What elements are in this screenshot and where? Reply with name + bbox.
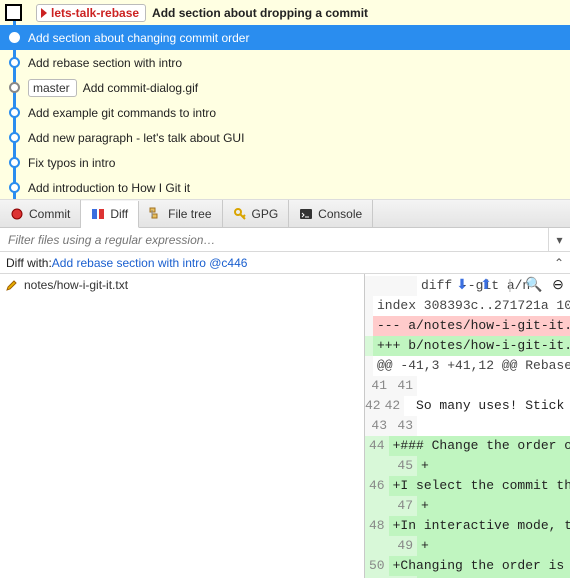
branch-tag-current[interactable]: lets-talk-rebase bbox=[36, 4, 146, 22]
diff-line: index 308393c..271721a 100 bbox=[365, 296, 570, 316]
commit-dot-icon bbox=[9, 82, 20, 93]
tab-label: Console bbox=[318, 207, 362, 221]
commit-message: Add section about changing commit order bbox=[28, 31, 249, 45]
commit-row[interactable]: lets-talk-rebase Add section about dropp… bbox=[0, 0, 570, 25]
tab-label: File tree bbox=[168, 207, 211, 221]
diff-line: +++ b/notes/how-i-git-it.t bbox=[365, 336, 570, 356]
branch-label: master bbox=[33, 81, 70, 95]
tab-commit[interactable]: Commit bbox=[0, 200, 81, 227]
diff-line: 4141 bbox=[365, 376, 570, 396]
tree-icon bbox=[149, 207, 163, 221]
commit-row[interactable]: master Add commit-dialog.gif bbox=[0, 75, 570, 100]
commit-row[interactable]: Fix typos in intro bbox=[0, 150, 570, 175]
commit-row[interactable]: Add section about changing commit order bbox=[0, 25, 570, 50]
diff-line: 49+ bbox=[365, 536, 570, 556]
diff-line: @@ -41,3 +41,12 @@ Rebase bbox=[365, 356, 570, 376]
tab-bar: Commit Diff File tree GPG Console bbox=[0, 200, 570, 228]
branch-arrow-icon bbox=[41, 8, 47, 18]
commit-message: Add rebase section with intro bbox=[28, 56, 182, 70]
console-icon bbox=[299, 207, 313, 221]
commit-message: Add new paragraph - let's talk about GUI bbox=[28, 131, 244, 145]
diff-body[interactable]: diff --git a/nindex 308393c..271721a 100… bbox=[365, 274, 570, 578]
chevron-up-icon[interactable]: ⌃ bbox=[554, 256, 564, 270]
zoom-in-icon[interactable]: 🔍 bbox=[526, 276, 542, 292]
commit-dot-icon bbox=[9, 157, 20, 168]
commit-message: Fix typos in intro bbox=[28, 156, 115, 170]
commit-message: Add section about dropping a commit bbox=[152, 6, 368, 20]
diff-with-link[interactable]: Add rebase section with intro @c446 bbox=[52, 256, 248, 270]
branch-tag-master[interactable]: master bbox=[28, 79, 77, 97]
commit-dot-icon bbox=[9, 107, 20, 118]
tab-label: Diff bbox=[110, 207, 128, 221]
commit-log: lets-talk-rebase Add section about dropp… bbox=[0, 0, 570, 200]
file-path: notes/how-i-git-it.txt bbox=[24, 278, 128, 292]
diff-icon bbox=[91, 207, 105, 221]
commit-row[interactable]: Add new paragraph - let's talk about GUI bbox=[0, 125, 570, 150]
next-diff-icon[interactable]: ⬇ bbox=[454, 276, 470, 292]
commit-row[interactable]: Add example git commands to intro bbox=[0, 100, 570, 125]
edit-icon bbox=[6, 279, 18, 291]
commit-message: Add example git commands to intro bbox=[28, 106, 216, 120]
commit-row[interactable]: Add rebase section with intro bbox=[0, 50, 570, 75]
file-row[interactable]: notes/how-i-git-it.txt bbox=[0, 274, 364, 296]
diff-line: 50+Changing the order is onl bbox=[365, 556, 570, 576]
tab-diff[interactable]: Diff bbox=[81, 201, 139, 228]
zoom-out-icon[interactable]: ⊖ bbox=[550, 276, 566, 292]
diff-pane: ⬇ ⬆ | 🔍 ⊖ diff --git a/nindex 308393c..2… bbox=[365, 274, 570, 578]
diff-toolbar: ⬇ ⬆ | 🔍 ⊖ bbox=[454, 276, 566, 292]
commit-dot-icon bbox=[9, 57, 20, 68]
commit-row[interactable]: Add introduction to How I Git it bbox=[0, 175, 570, 200]
diff-with-row: Diff with: Add rebase section with intro… bbox=[0, 252, 570, 274]
chevron-down-icon: ▾ bbox=[556, 233, 562, 247]
filter-toggle[interactable]: ▾ bbox=[548, 228, 570, 251]
prev-diff-icon[interactable]: ⬆ bbox=[478, 276, 494, 292]
diff-line: 45+ bbox=[365, 456, 570, 476]
filter-input[interactable] bbox=[0, 228, 548, 251]
commit-message: Add introduction to How I Git it bbox=[28, 181, 190, 195]
tab-label: Commit bbox=[29, 207, 70, 221]
head-marker-icon bbox=[5, 4, 22, 21]
diff-line: --- a/notes/how-i-git-it.t bbox=[365, 316, 570, 336]
filter-row: ▾ bbox=[0, 228, 570, 252]
key-icon bbox=[233, 207, 247, 221]
branch-label: lets-talk-rebase bbox=[51, 6, 139, 20]
file-list-pane: notes/how-i-git-it.txt bbox=[0, 274, 365, 578]
diff-with-prefix: Diff with: bbox=[6, 256, 52, 270]
commit-message: Add commit-dialog.gif bbox=[83, 81, 198, 95]
diff-line: 4242 So many uses! Stick with bbox=[365, 396, 570, 416]
diff-line: 44+### Change the order of t bbox=[365, 436, 570, 456]
diff-line: 48+In interactive mode, this bbox=[365, 516, 570, 536]
separator: | bbox=[502, 276, 518, 292]
diff-line: 47+ bbox=[365, 496, 570, 516]
commit-dot-icon bbox=[9, 182, 20, 193]
tab-filetree[interactable]: File tree bbox=[139, 200, 222, 227]
commit-dot-icon bbox=[9, 132, 20, 143]
tab-gpg[interactable]: GPG bbox=[223, 200, 290, 227]
tab-label: GPG bbox=[252, 207, 279, 221]
tab-console[interactable]: Console bbox=[289, 200, 373, 227]
diff-line: 46+I select the commit that bbox=[365, 476, 570, 496]
diff-line: 4343 bbox=[365, 416, 570, 436]
commit-dot-icon bbox=[9, 32, 20, 43]
lower-split: notes/how-i-git-it.txt ⬇ ⬆ | 🔍 ⊖ diff --… bbox=[0, 274, 570, 578]
record-icon bbox=[10, 207, 24, 221]
